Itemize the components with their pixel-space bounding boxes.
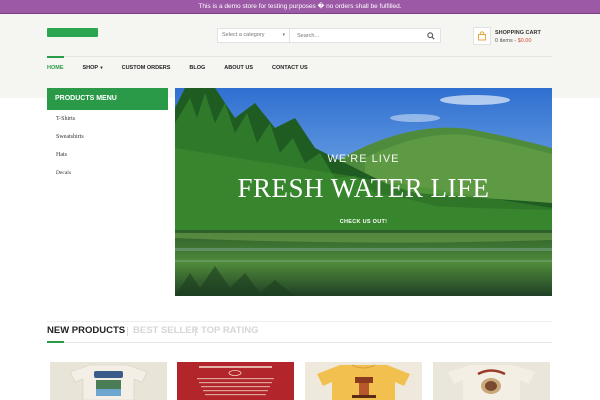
nav-item-label: CUSTOM ORDERS [121,65,171,71]
banner-title: FRESH WATER LIFE [237,173,490,203]
tabs-underline-rule [47,342,552,343]
nav-item-contact-us[interactable]: CONTACT US [272,57,308,79]
nav-item-shop[interactable]: SHOP ▾ [83,57,103,79]
search-bar: Select a category ▾ [217,28,441,43]
tab-separator [195,327,196,336]
search-input[interactable] [291,29,422,42]
demo-store-notice: This is a demo store for testing purpose… [0,0,600,14]
nav-item-home[interactable]: HOME [47,56,64,79]
category-select-label: Select a category [222,32,265,38]
cart-total: $0.00 [517,38,532,44]
nav-item-blog[interactable]: BLOG [189,57,205,79]
nav-item-about-us[interactable]: ABOUT US [224,57,253,79]
nav-item-label: ABOUT US [224,65,254,71]
tab-separator [127,327,128,336]
page: This is a demo store for testing purpose… [0,0,600,400]
product-card[interactable] [177,362,294,400]
nav-item-label: CONTACT US [272,65,308,71]
products-menu-list: T-Shirts Sweatshirts Hats Decals [47,110,168,182]
banner-subtitle: WE'RE LIVE [327,153,400,165]
products-menu-title: PRODUCTS MENU [47,88,168,110]
nav-item-label: SHOP [82,65,99,71]
site-header: Select a category ▾ SHOPPING CART 0 item… [0,14,600,98]
nav-item-label: BLOG [189,65,206,71]
hero-banner[interactable]: WE'RE LIVE FRESH WATER LIFE CHECK US OUT… [175,88,552,296]
product-grid [0,362,600,400]
product-card[interactable] [305,362,422,400]
cart-item-count: 0 items - [495,38,518,44]
banner-cta-link[interactable]: CHECK US OUT! [175,219,552,225]
shopping-bag-icon [478,31,486,41]
products-menu-item-hats[interactable]: Hats [47,146,168,164]
search-button[interactable] [422,29,440,42]
tab-top-rating[interactable]: TOP RATING [201,325,259,336]
products-menu: PRODUCTS MENU T-Shirts Sweatshirts Hats … [47,88,168,198]
product-card[interactable] [433,362,550,400]
main-nav: HOME SHOP ▾ CUSTOM ORDERS BLOG ABOUT US … [47,56,552,79]
products-menu-item-t-shirts[interactable]: T-Shirts [47,110,168,128]
product-image [50,362,167,400]
site-logo[interactable] [47,28,98,37]
product-image [433,362,550,400]
chevron-down-icon: ▾ [99,65,103,70]
product-card[interactable] [50,362,167,400]
section-divider [47,321,552,322]
tab-new-products[interactable]: NEW PRODUCTS [47,325,125,336]
products-menu-item-decals[interactable]: Decals [47,164,168,182]
search-icon [427,31,435,40]
category-select[interactable]: Select a category ▾ [218,29,290,42]
product-tabs: NEW PRODUCTS BEST SELLER TOP RATING [47,325,552,339]
product-image [305,362,422,400]
active-tab-indicator [47,341,64,343]
tab-best-seller[interactable]: BEST SELLER [133,325,198,336]
cart-summary[interactable]: 0 items - $0.00 [495,38,531,44]
product-image [177,362,294,400]
cart-title[interactable]: SHOPPING CART [495,30,541,36]
products-menu-item-sweatshirts[interactable]: Sweatshirts [47,128,168,146]
nav-item-custom-orders[interactable]: CUSTOM ORDERS [122,57,171,79]
nav-item-label: HOME [47,65,64,71]
chevron-down-icon: ▾ [282,32,285,38]
cart-button[interactable] [473,27,491,45]
